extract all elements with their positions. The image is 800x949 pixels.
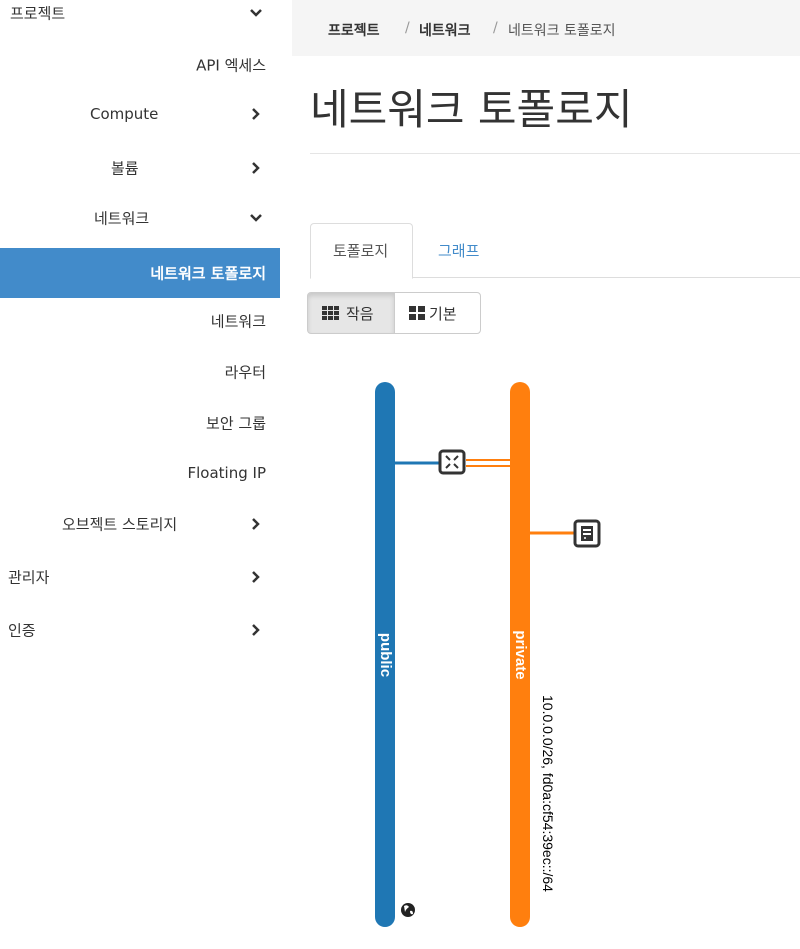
globe-icon [401,903,415,917]
router-icon[interactable] [438,449,466,475]
server-icon[interactable] [573,519,601,548]
network-private-label: private [512,630,529,679]
network-public-label: public [377,633,394,677]
topology-canvas: public private 10.0.0.0/26, fd0a:cf54:39… [375,382,601,927]
network-private-cidr: 10.0.0.0/26, fd0a:cf54:39ec::/64 [540,695,556,892]
